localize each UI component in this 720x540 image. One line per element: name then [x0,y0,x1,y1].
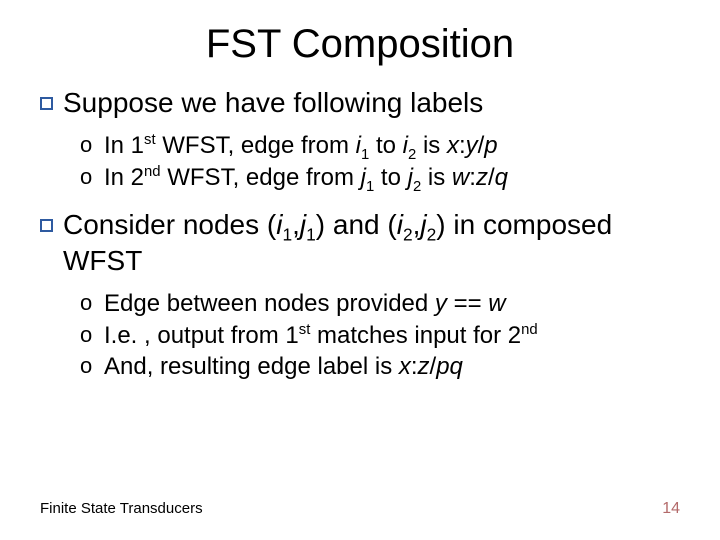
txt: And, resulting edge label is [104,353,399,380]
var: z [418,353,430,380]
var: x [399,353,411,380]
var: q [495,164,508,191]
var: x [447,132,459,159]
txt: WFST, edge from [161,164,361,191]
txt: ) and ( [316,209,397,240]
bullet-group-1: Suppose we have following labels [40,85,680,121]
sub: 2 [403,225,413,245]
bullet-2-sub-3-text: And, resulting edge label is x:z/pq [104,352,463,383]
bullet-group-2: Consider nodes (i1,j1) and (i2,j2) in co… [40,207,680,279]
circle-bullet-icon: o [80,131,96,159]
sup: nd [521,322,538,338]
txt: to [374,164,407,191]
slide-number: 14 [662,500,680,518]
var: w [488,290,505,317]
txt: to [369,132,402,159]
var: p [484,132,497,159]
bullet-2: Consider nodes (i1,j1) and (i2,j2) in co… [40,207,680,279]
txt: : [469,164,476,191]
var: y [435,290,447,317]
var: z [476,164,488,191]
txt: : [459,132,466,159]
bullet-1-text: Suppose we have following labels [63,85,483,121]
sub: 2 [413,178,421,194]
txt: is [416,132,447,159]
sup: st [144,132,156,148]
txt: , [292,209,300,240]
footer-left: Finite State Transducers [40,500,203,517]
txt: matches input for 2 [310,322,521,349]
txt: is [421,164,452,191]
bullet-1-sub-2: o In 2nd WFST, edge from j1 to j2 is w:z… [80,163,680,194]
bullet-2-subs: o Edge between nodes provided y == w o I… [40,289,680,383]
var: w [452,164,469,191]
txt: Edge between nodes provided [104,290,435,317]
sup: st [299,322,311,338]
var: pq [436,353,463,380]
bullet-2-text: Consider nodes (i1,j1) and (i2,j2) in co… [63,207,680,279]
slide-title: FST Composition [40,22,680,67]
bullet-1-sub-2-text: In 2nd WFST, edge from j1 to j2 is w:z/q [104,163,508,194]
var: y [466,132,478,159]
sub: 2 [427,225,437,245]
bullet-2-sub-1: o Edge between nodes provided y == w [80,289,680,320]
square-bullet-icon [40,97,53,110]
circle-bullet-icon: o [80,352,96,380]
bullet-1-sub-1-text: In 1st WFST, edge from i1 to i2 is x:y/p [104,131,498,162]
txt: : [411,353,418,380]
slide: FST Composition Suppose we have followin… [0,0,720,540]
bullet-2-sub-1-text: Edge between nodes provided y == w [104,289,506,320]
sub: 1 [306,225,316,245]
txt: I.e. , output from 1 [104,322,299,349]
circle-bullet-icon: o [80,163,96,191]
square-bullet-icon [40,219,53,232]
bullet-1-sub-1: o In 1st WFST, edge from i1 to i2 is x:y… [80,131,680,162]
txt: == [447,290,488,317]
bullet-1: Suppose we have following labels [40,85,680,121]
sub: 1 [282,225,292,245]
txt: / [488,164,495,191]
txt: In 1 [104,132,144,159]
txt: Consider nodes ( [63,209,276,240]
txt: WFST, edge from [156,132,356,159]
bullet-2-sub-2-text: I.e. , output from 1st matches input for… [104,321,538,352]
txt: In 2 [104,164,144,191]
sup: nd [144,164,161,180]
bullet-2-sub-2: o I.e. , output from 1st matches input f… [80,321,680,352]
slide-footer: Finite State Transducers 14 [40,500,680,518]
circle-bullet-icon: o [80,321,96,349]
bullet-2-sub-3: o And, resulting edge label is x:z/pq [80,352,680,383]
bullet-1-subs: o In 1st WFST, edge from i1 to i2 is x:y… [40,131,680,193]
circle-bullet-icon: o [80,289,96,317]
